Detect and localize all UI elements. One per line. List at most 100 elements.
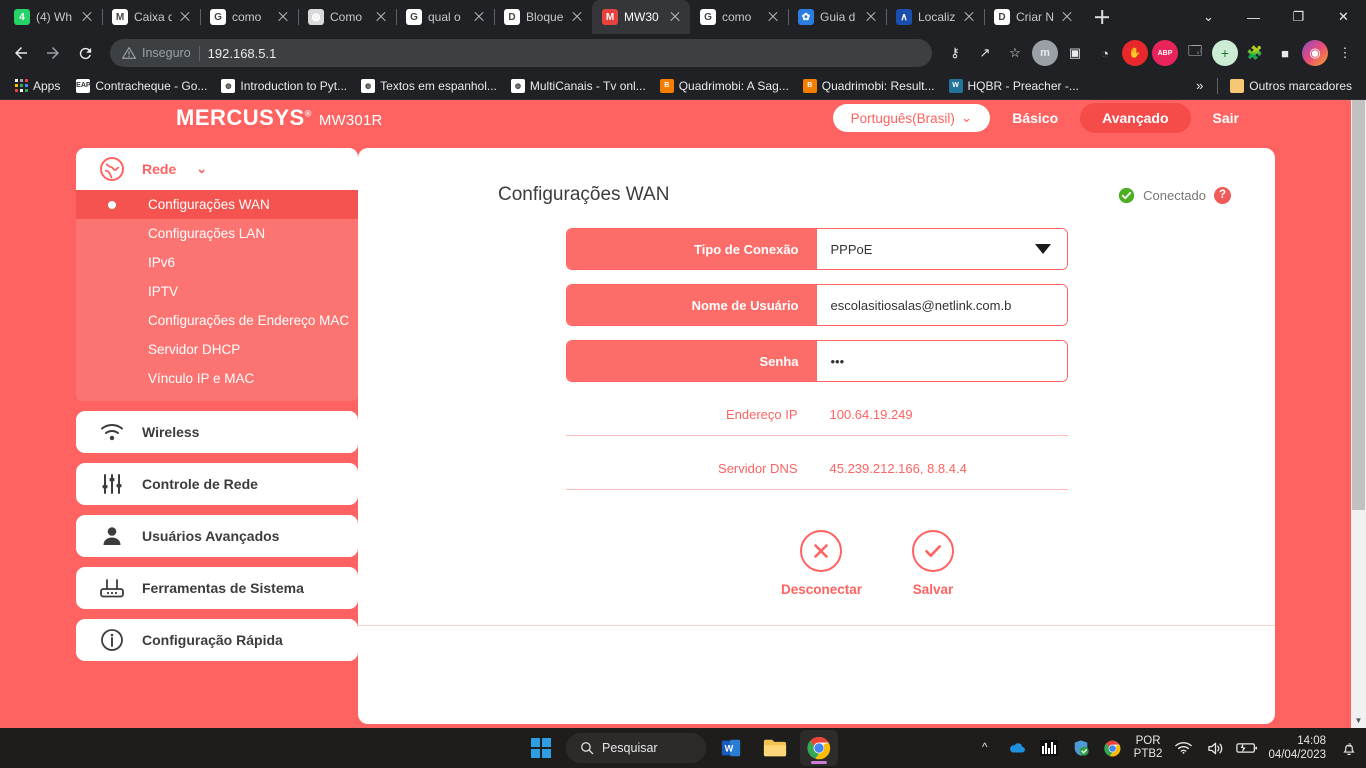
new-tab-button[interactable] bbox=[1088, 3, 1116, 31]
windows-security-icon[interactable] bbox=[1070, 736, 1092, 760]
word-taskbar-icon[interactable]: W bbox=[712, 730, 750, 766]
close-tab-icon[interactable] bbox=[962, 10, 976, 24]
sidebar-subitem[interactable]: IPv6 bbox=[76, 248, 358, 277]
onedrive-icon[interactable] bbox=[1006, 736, 1028, 760]
page-scrollbar[interactable]: ▼ bbox=[1351, 100, 1366, 728]
stop-extension-icon[interactable]: ✋ bbox=[1122, 40, 1148, 66]
close-tab-icon[interactable] bbox=[276, 10, 290, 24]
password-input-wrap[interactable] bbox=[816, 341, 1067, 381]
equalizer-icon[interactable] bbox=[1038, 736, 1060, 760]
connection-type-select[interactable]: PPPoE bbox=[816, 229, 1067, 269]
sidebar-subitem[interactable]: Servidor DHCP bbox=[76, 335, 358, 364]
browser-tab[interactable]: Gcomo bbox=[200, 0, 298, 34]
bookmark-item[interactable]: W HQBR - Preacher -... bbox=[943, 76, 1085, 96]
chrome-menu-icon[interactable]: ⋮ bbox=[1332, 40, 1358, 66]
volume-icon[interactable] bbox=[1204, 736, 1226, 760]
chrome-tray-icon[interactable] bbox=[1102, 736, 1124, 760]
mega-extension-icon[interactable]: m bbox=[1032, 40, 1058, 66]
file-explorer-taskbar-icon[interactable] bbox=[756, 730, 794, 766]
browser-tab[interactable]: Gcomo bbox=[690, 0, 788, 34]
other-bookmarks-folder[interactable]: Outros marcadores bbox=[1224, 76, 1358, 96]
sidebar-item-usuarios-avancados[interactable]: Usuários Avançados bbox=[76, 515, 358, 557]
apps-shortcut[interactable]: Apps bbox=[8, 76, 66, 96]
close-tab-icon[interactable] bbox=[570, 10, 584, 24]
input-language-indicator[interactable]: POR PTB2 bbox=[1134, 735, 1163, 761]
scroll-down-arrow-icon[interactable]: ▼ bbox=[1351, 713, 1366, 728]
sidebar-subitem[interactable]: Configurações WAN bbox=[76, 190, 358, 219]
browser-tab[interactable]: D Bloque bbox=[494, 0, 592, 34]
share-icon[interactable]: ↗ bbox=[972, 40, 998, 66]
tab-search-button[interactable]: ⌄ bbox=[1186, 0, 1231, 34]
chrome-taskbar-icon[interactable] bbox=[800, 730, 838, 766]
password-key-icon[interactable]: ⚷ bbox=[942, 40, 968, 66]
sidebar-item-wireless[interactable]: Wireless bbox=[76, 411, 358, 453]
form-field-username[interactable]: Nome de Usuário bbox=[565, 284, 1068, 326]
adblock-plus-icon[interactable]: ABP bbox=[1152, 40, 1178, 66]
tray-overflow-icon[interactable]: ^ bbox=[974, 736, 996, 760]
extensions-puzzle-icon[interactable]: 🧩 bbox=[1242, 40, 1268, 66]
sidebar-subitem[interactable]: Configurações LAN bbox=[76, 219, 358, 248]
bookmark-item[interactable]: EAP Contracheque - Go... bbox=[70, 76, 213, 96]
sidebar-item-configuracao-rapida[interactable]: Configuração Rápida bbox=[76, 619, 358, 661]
browser-tab[interactable]: 4 (4) Wh bbox=[4, 0, 102, 34]
sidebar-item-rede[interactable]: Rede ⌄ bbox=[76, 148, 358, 190]
screenshot-extension-icon[interactable]: 🗔 bbox=[1182, 40, 1208, 66]
browser-tab[interactable]: D Criar N bbox=[984, 0, 1082, 34]
profile-avatar-icon[interactable]: ◉ bbox=[1302, 40, 1328, 66]
taskbar-search[interactable]: Pesquisar bbox=[566, 733, 706, 763]
battery-charging-icon[interactable] bbox=[1236, 736, 1258, 760]
bookmark-item[interactable]: ◍ Textos em espanhol... bbox=[355, 76, 503, 96]
maximize-button[interactable]: ❐ bbox=[1276, 0, 1321, 34]
browser-tab[interactable]: M MW30 bbox=[592, 0, 690, 34]
username-input[interactable] bbox=[830, 297, 1053, 313]
address-bar[interactable]: Inseguro 192.168.5.1 bbox=[110, 39, 932, 67]
close-tab-icon[interactable] bbox=[1060, 10, 1074, 24]
logout-link[interactable]: Sair bbox=[1191, 103, 1261, 133]
sidebar-subitem[interactable]: Vínculo IP e MAC bbox=[76, 364, 358, 393]
bookmark-item[interactable]: B Quadrimobi: Result... bbox=[797, 76, 941, 96]
close-tab-icon[interactable] bbox=[80, 10, 94, 24]
bell-dnd-icon[interactable]: z bbox=[1338, 736, 1360, 760]
bookmark-item[interactable]: ◍ MultiCanais - Tv onl... bbox=[505, 76, 652, 96]
sidebar-item-controle-de-rede[interactable]: Controle de Rede bbox=[76, 463, 358, 505]
sidebar-subitem[interactable]: Configurações de Endereço MAC bbox=[76, 306, 358, 335]
bookmark-item[interactable]: ◍ Introduction to Pyt... bbox=[215, 76, 353, 96]
close-tab-icon[interactable] bbox=[374, 10, 388, 24]
close-tab-icon[interactable] bbox=[472, 10, 486, 24]
clock[interactable]: 14:08 04/04/2023 bbox=[1268, 734, 1328, 762]
form-field-connection-type[interactable]: Tipo de Conexão PPPoE bbox=[565, 228, 1068, 270]
save-button[interactable]: Salvar bbox=[912, 530, 955, 597]
form-field-password[interactable]: Senha bbox=[565, 340, 1068, 382]
browser-tab[interactable]: ◍ Como bbox=[298, 0, 396, 34]
square-extension-icon[interactable]: ■ bbox=[1272, 40, 1298, 66]
bookmark-item[interactable]: B Quadrimobi: A Sag... bbox=[654, 76, 795, 96]
question-mark-icon[interactable]: ? bbox=[1214, 186, 1231, 204]
close-tab-icon[interactable] bbox=[178, 10, 192, 24]
password-input[interactable] bbox=[830, 353, 1053, 369]
scrollbar-thumb[interactable] bbox=[1352, 100, 1365, 510]
tab-avancado[interactable]: Avançado bbox=[1080, 103, 1191, 133]
back-icon[interactable] bbox=[6, 38, 36, 68]
bookmark-star-icon[interactable]: ☆ bbox=[1002, 40, 1028, 66]
close-tab-icon[interactable] bbox=[864, 10, 878, 24]
close-window-button[interactable]: ✕ bbox=[1321, 0, 1366, 34]
picture-in-picture-icon[interactable]: ▣ bbox=[1062, 40, 1088, 66]
disconnect-button[interactable]: Desconectar bbox=[781, 530, 862, 597]
username-input-wrap[interactable] bbox=[816, 285, 1067, 325]
wifi-icon[interactable] bbox=[1172, 736, 1194, 760]
add-extension-icon[interactable]: + bbox=[1212, 40, 1238, 66]
close-tab-icon[interactable] bbox=[766, 10, 780, 24]
sidebar-subitem[interactable]: IPTV bbox=[76, 277, 358, 306]
language-selector[interactable]: Português(Brasil) ⌄ bbox=[832, 104, 991, 132]
browser-tab[interactable]: Gqual o bbox=[396, 0, 494, 34]
reload-icon[interactable] bbox=[70, 38, 100, 68]
tab-basico[interactable]: Básico bbox=[990, 103, 1080, 133]
minimize-button[interactable]: — bbox=[1231, 0, 1276, 34]
start-button[interactable] bbox=[522, 730, 560, 766]
close-tab-icon[interactable] bbox=[668, 10, 682, 24]
browser-tab[interactable]: M Caixa d bbox=[102, 0, 200, 34]
speedtest-extension-icon[interactable]: ◔ bbox=[1092, 40, 1118, 66]
sidebar-item-ferramentas-de-sistema[interactable]: Ferramentas de Sistema bbox=[76, 567, 358, 609]
not-secure-indicator[interactable]: Inseguro bbox=[122, 46, 191, 60]
bookmarks-overflow-button[interactable]: » bbox=[1188, 78, 1211, 93]
